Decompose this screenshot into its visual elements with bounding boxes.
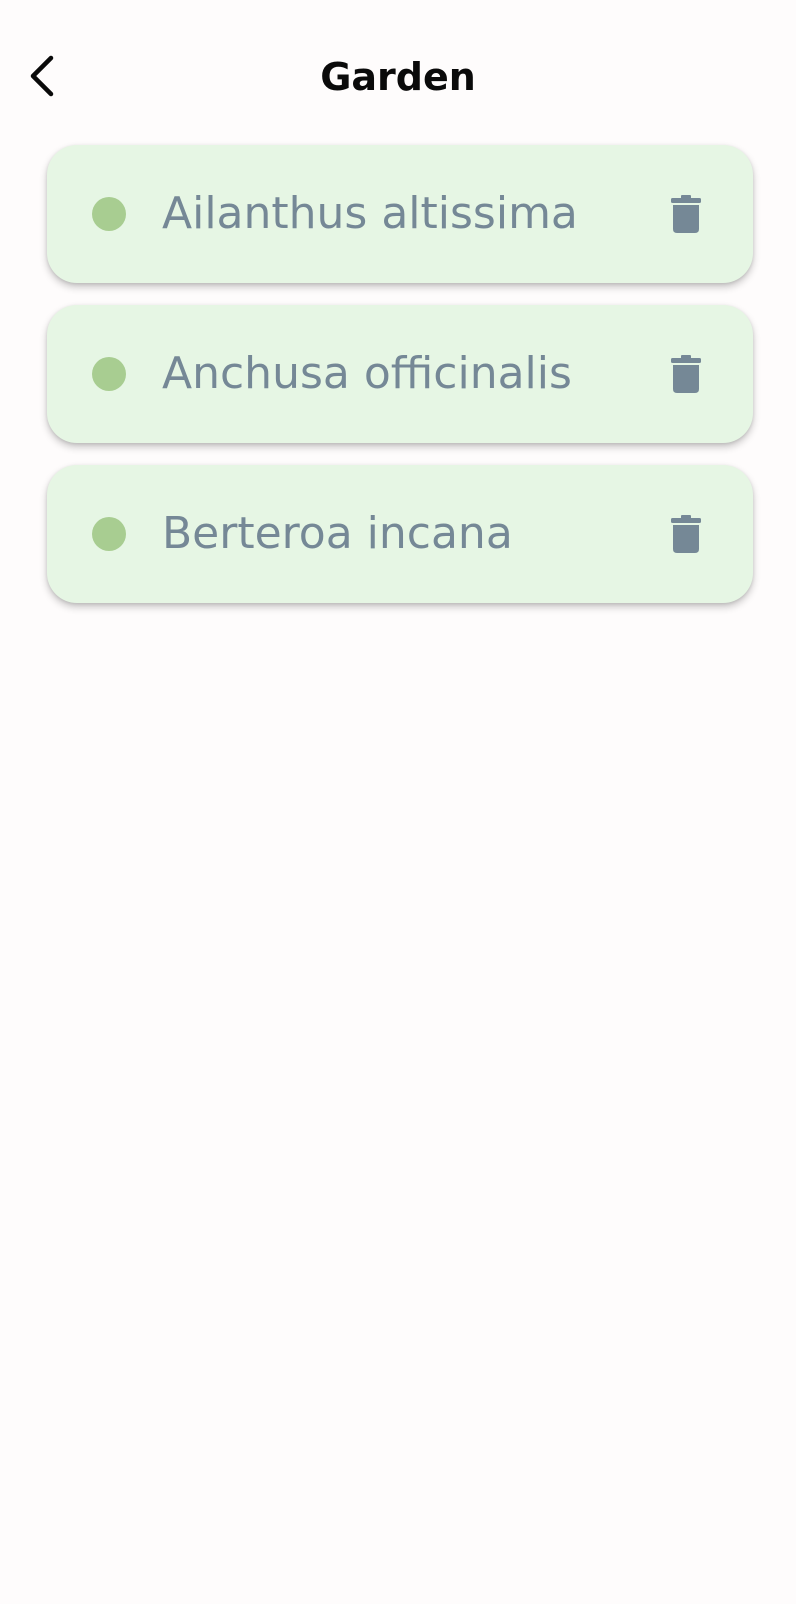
delete-button[interactable] bbox=[661, 189, 711, 239]
trash-icon bbox=[671, 515, 701, 553]
plant-list: Ailanthus altissima Anchusa officinalis bbox=[47, 145, 753, 625]
plant-card[interactable]: Berteroa incana bbox=[47, 465, 753, 603]
plant-name: Anchusa officinalis bbox=[162, 348, 572, 399]
plant-card[interactable]: Anchusa officinalis bbox=[47, 305, 753, 443]
trash-icon bbox=[671, 195, 701, 233]
garden-screen: Garden Ailanthus altissima Anchusa offic… bbox=[0, 0, 796, 1604]
status-dot bbox=[92, 197, 126, 231]
status-dot bbox=[92, 517, 126, 551]
plant-name: Berteroa incana bbox=[162, 508, 513, 559]
header: Garden bbox=[0, 0, 796, 150]
delete-button[interactable] bbox=[661, 349, 711, 399]
trash-icon bbox=[671, 355, 701, 393]
plant-name: Ailanthus altissima bbox=[162, 188, 578, 239]
plant-card[interactable]: Ailanthus altissima bbox=[47, 145, 753, 283]
status-dot bbox=[92, 357, 126, 391]
delete-button[interactable] bbox=[661, 509, 711, 559]
page-title: Garden bbox=[320, 55, 476, 99]
